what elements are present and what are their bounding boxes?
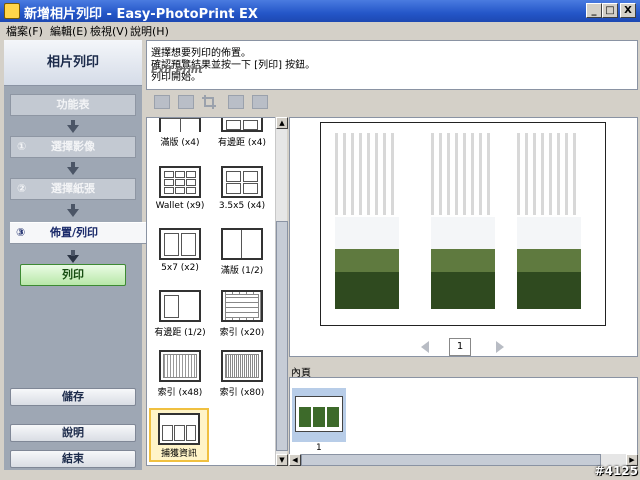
layout-thumbnail [159,118,201,132]
scroll-thumb[interactable] [276,221,288,451]
help-button[interactable]: 說明 [10,424,136,442]
save-button[interactable]: 儲存 [10,388,136,406]
step-number: ③ [16,226,26,239]
layout-thumbnail [159,290,201,322]
layout-list: 滿版 (x4) 有邊距 (x4) Wallet (x9) 3.5x5 (x4) … [146,117,276,466]
layout-thumbnail [221,228,263,260]
layout-label: 5x7 (x2) [161,263,199,273]
layout-item-selected[interactable]: 捕獲資訊 [149,408,209,462]
step-label: 功能表 [56,98,90,111]
preview-paper [320,122,606,326]
layout-label: 有邊距 (x4) [218,138,266,148]
step-layout-print-active[interactable]: ③ 佈置/列印 [10,222,146,244]
rotate-right-icon[interactable] [178,95,194,109]
scroll-down-button[interactable]: ▼ [276,454,288,466]
capture-info-text [335,133,399,215]
layout-label: 有邊距 (1/2) [154,328,206,338]
layout-label: 滿版 (1/2) [220,266,264,276]
layout-item[interactable]: 3.5x5 (x4) [211,166,273,224]
panel-title: 相片列印 [4,40,142,86]
layout-label: 3.5x5 (x4) [218,201,266,211]
preview-photo [335,217,399,309]
preview-photo-column [431,133,495,309]
layout-item[interactable]: 索引 (x80) [211,350,273,408]
print-button[interactable]: 列印 [20,264,126,286]
exif-print-logo: Exif Print [151,65,203,76]
down-arrow-icon [67,162,79,175]
layout-thumbnail [221,350,263,382]
pages-section-header: 內頁 [289,363,638,379]
layout-item[interactable]: 有邊距 (x4) [211,118,273,158]
layout-item[interactable]: 索引 (x20) [211,290,273,348]
step-menu-button[interactable]: 功能表 [10,94,136,116]
step-select-image-button[interactable]: ① 選擇影像 [10,136,136,158]
layout-item[interactable]: 有邊距 (1/2) [149,290,211,348]
page-thumbnail-image [295,396,343,432]
scroll-up-button[interactable]: ▲ [276,117,288,129]
down-arrow-icon [67,120,79,133]
title-bar: 新增相片列印 - Easy-PhotoPrint EX _ □ X [0,0,640,22]
minimize-button[interactable]: _ [586,3,602,18]
step-select-paper-button[interactable]: ② 選擇紙張 [10,178,136,200]
layout-thumbnail [159,228,201,260]
next-page-icon[interactable] [496,341,504,353]
preview-photo [517,217,581,309]
step-label: 選擇紙張 [51,182,95,195]
close-button[interactable]: X [620,3,636,18]
layout-list-scrollbar[interactable]: ▲ ▼ [275,117,288,466]
menu-bar: 檔案(F) 編輯(E) 檢視(V) 說明(H) [0,22,640,38]
menu-edit[interactable]: 編輯(E) [50,23,88,39]
layout-label: Wallet (x9) [155,201,205,211]
edit-toolbar [146,90,638,116]
layout-item[interactable]: 5x7 (x2) [149,228,211,286]
down-arrow-icon [67,250,79,263]
watermark: #4125 [594,464,638,478]
pages-scrollbar[interactable]: ◀ ▶ [289,454,638,466]
layout-label: 索引 (x20) [219,328,265,338]
preview-photo-column [335,133,399,309]
layout-thumbnail [159,166,201,198]
capture-info-text [431,133,495,215]
layout-label: 滿版 (x4) [160,138,200,148]
layout-item[interactable]: 滿版 (1/2) [211,228,273,286]
down-arrow-icon [67,204,79,217]
scroll-thumb[interactable] [301,454,601,466]
capture-info-text [517,133,581,215]
crop-icon[interactable] [202,95,218,109]
layout-thumbnail [221,166,263,198]
page-number-field[interactable]: 1 [449,338,471,356]
preview-photo-column [517,133,581,309]
app-icon [4,3,20,19]
rotate-left-icon[interactable] [154,95,170,109]
window-title: 新增相片列印 - Easy-PhotoPrint EX [24,7,258,22]
instruction-panel: 選擇想要列印的佈置。 確認預覽結果並按一下 [列印] 按鈕。 列印開始。 Exi… [146,40,638,90]
prev-page-icon[interactable] [421,341,429,353]
layout-item[interactable]: 索引 (x48) [149,350,211,408]
layout-label: 捕獲資訊 [160,449,197,459]
step-label: 選擇影像 [51,140,95,153]
layout-item[interactable]: Wallet (x9) [149,166,211,224]
scroll-left-button[interactable]: ◀ [289,454,301,466]
layout-thumbnail [158,413,200,445]
layout-item[interactable]: 滿版 (x4) [149,118,211,158]
exit-button[interactable]: 結束 [10,450,136,468]
layout-label: 索引 (x48) [157,388,203,398]
preview-photo [431,217,495,309]
correct-image-icon[interactable] [252,95,268,109]
step-label: 佈置/列印 [50,226,99,239]
frame-icon[interactable] [228,95,244,109]
layout-thumbnail [221,290,263,322]
page-thumbnail-number: 1 [316,443,322,453]
layout-label: 索引 (x80) [219,388,265,398]
menu-file[interactable]: 檔案(F) [6,23,43,39]
menu-view[interactable]: 檢視(V) [90,23,128,39]
menu-help[interactable]: 說明(H) [130,23,169,39]
page-thumbnail[interactable] [292,388,346,442]
layout-thumbnail [159,350,201,382]
maximize-button[interactable]: □ [602,3,618,18]
layout-thumbnail [221,118,263,132]
left-nav-panel: 相片列印 功能表 ① 選擇影像 ② 選擇紙張 ③ 佈置/列印 列印 儲存 說明 … [4,40,146,470]
